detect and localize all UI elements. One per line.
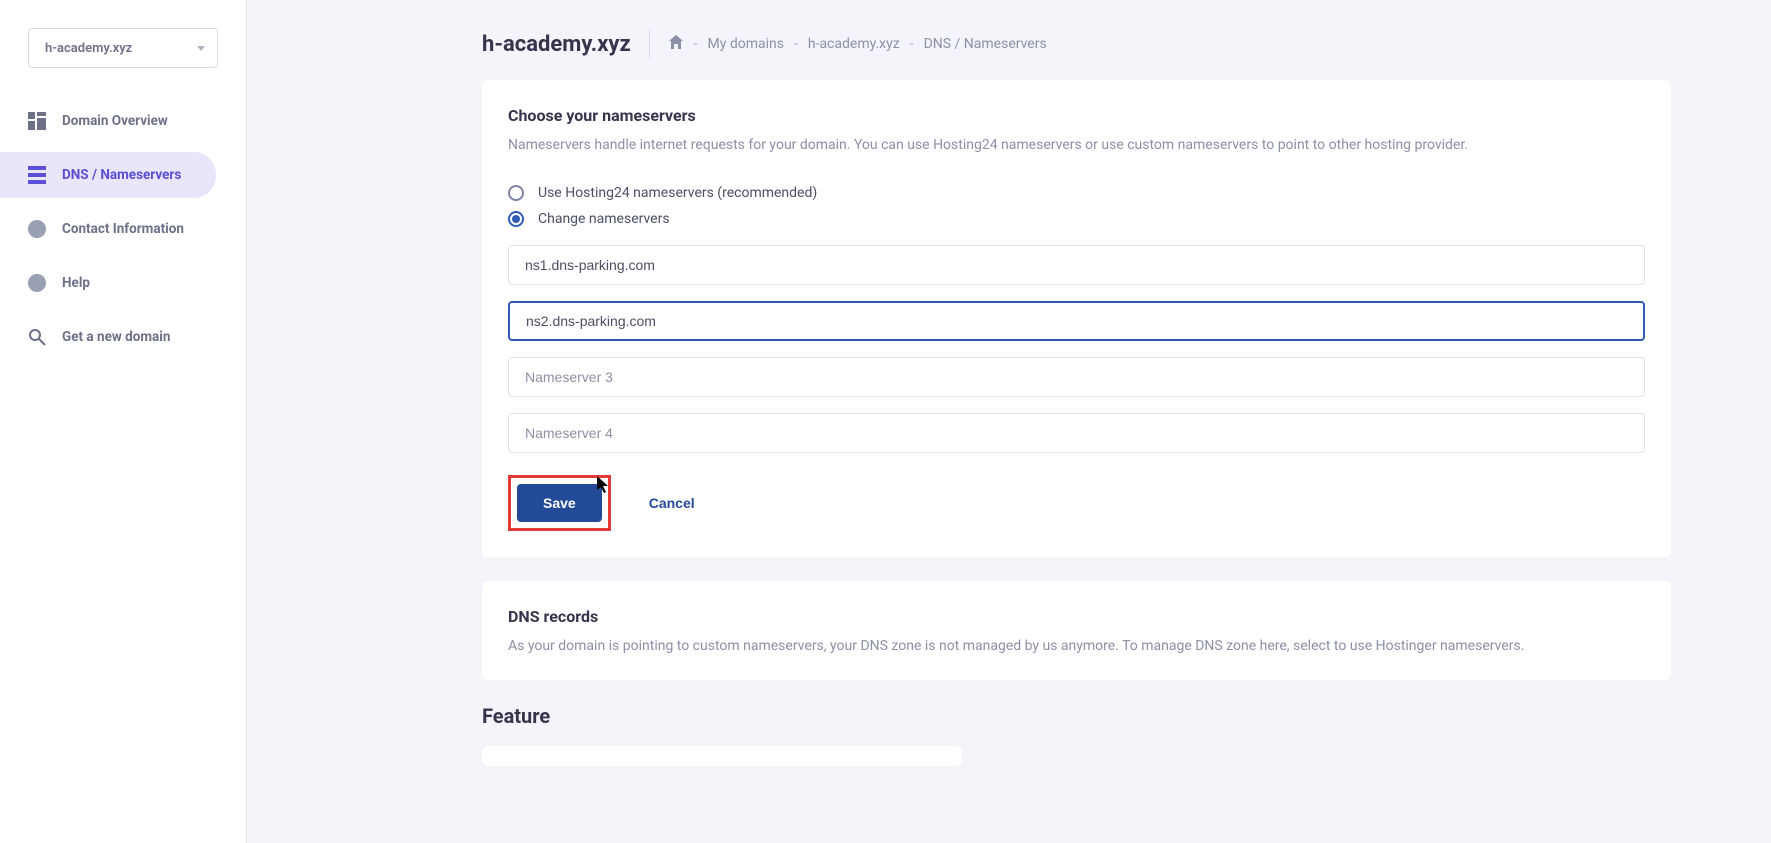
nameserver-2-input[interactable] [508, 301, 1645, 341]
domain-select-value: h-academy.xyz [45, 41, 132, 56]
nameservers-card: Choose your nameservers Nameservers hand… [482, 80, 1671, 557]
main-content: h-academy.xyz - My domains - h-academy.x… [247, 0, 1771, 843]
card-title: Choose your nameservers [508, 106, 1645, 125]
vertical-separator [649, 30, 650, 58]
sidebar-item-label: DNS / Nameservers [62, 167, 181, 183]
card-title: DNS records [508, 607, 1645, 626]
nameserver-inputs-group [508, 245, 1645, 453]
breadcrumb: - My domains - h-academy.xyz - DNS / Nam… [668, 34, 1047, 54]
chevron-down-icon [197, 46, 205, 51]
breadcrumb-domain[interactable]: h-academy.xyz [808, 36, 900, 52]
breadcrumb-current: DNS / Nameservers [924, 36, 1047, 52]
radio-label: Use Hosting24 nameservers (recommended) [538, 185, 817, 201]
breadcrumb-separator: - [694, 36, 698, 52]
dns-records-card: DNS records As your domain is pointing t… [482, 581, 1671, 680]
search-icon [28, 328, 46, 346]
domain-select-dropdown[interactable]: h-academy.xyz [28, 28, 218, 68]
sidebar: h-academy.xyz Domain Overview DNS / Name… [0, 0, 247, 843]
sidebar-item-get-new-domain[interactable]: Get a new domain [0, 314, 246, 360]
sidebar-item-help[interactable]: Help [0, 260, 246, 306]
sidebar-item-label: Contact Information [62, 221, 184, 237]
card-description: Nameservers handle internet requests for… [508, 137, 1645, 153]
help-icon [28, 274, 46, 292]
breadcrumb-separator: - [794, 36, 798, 52]
sidebar-item-dns-nameservers[interactable]: DNS / Nameservers [0, 152, 216, 198]
sidebar-item-label: Domain Overview [62, 113, 168, 129]
page-header: h-academy.xyz - My domains - h-academy.x… [482, 30, 1671, 58]
card-description: As your domain is pointing to custom nam… [508, 638, 1645, 654]
breadcrumb-separator: - [910, 36, 914, 52]
nameserver-3-input[interactable] [508, 357, 1645, 397]
sidebar-item-label: Get a new domain [62, 329, 170, 345]
sidebar-item-label: Help [62, 275, 90, 291]
cancel-button[interactable]: Cancel [649, 495, 695, 511]
home-icon[interactable] [668, 34, 684, 54]
nameserver-1-input[interactable] [508, 245, 1645, 285]
radio-change-nameservers[interactable]: Change nameservers [508, 211, 1645, 227]
sidebar-item-contact-information[interactable]: Contact Information [0, 206, 246, 252]
dashboard-icon [28, 112, 46, 130]
radio-icon [508, 185, 524, 201]
nameserver-4-input[interactable] [508, 413, 1645, 453]
radio-icon-selected [508, 211, 524, 227]
page-title: h-academy.xyz [482, 32, 631, 57]
feature-card-partial [482, 746, 962, 766]
breadcrumb-my-domains[interactable]: My domains [708, 36, 784, 52]
radio-label: Change nameservers [538, 211, 670, 227]
save-button[interactable]: Save [517, 484, 602, 522]
dns-icon [28, 166, 46, 184]
feature-section-title: Feature [482, 704, 1671, 728]
sidebar-item-domain-overview[interactable]: Domain Overview [0, 98, 246, 144]
form-actions: Save Cancel [508, 475, 1645, 531]
info-icon [28, 220, 46, 238]
radio-hosting24-nameservers[interactable]: Use Hosting24 nameservers (recommended) [508, 185, 1645, 201]
save-button-highlight: Save [508, 475, 611, 531]
